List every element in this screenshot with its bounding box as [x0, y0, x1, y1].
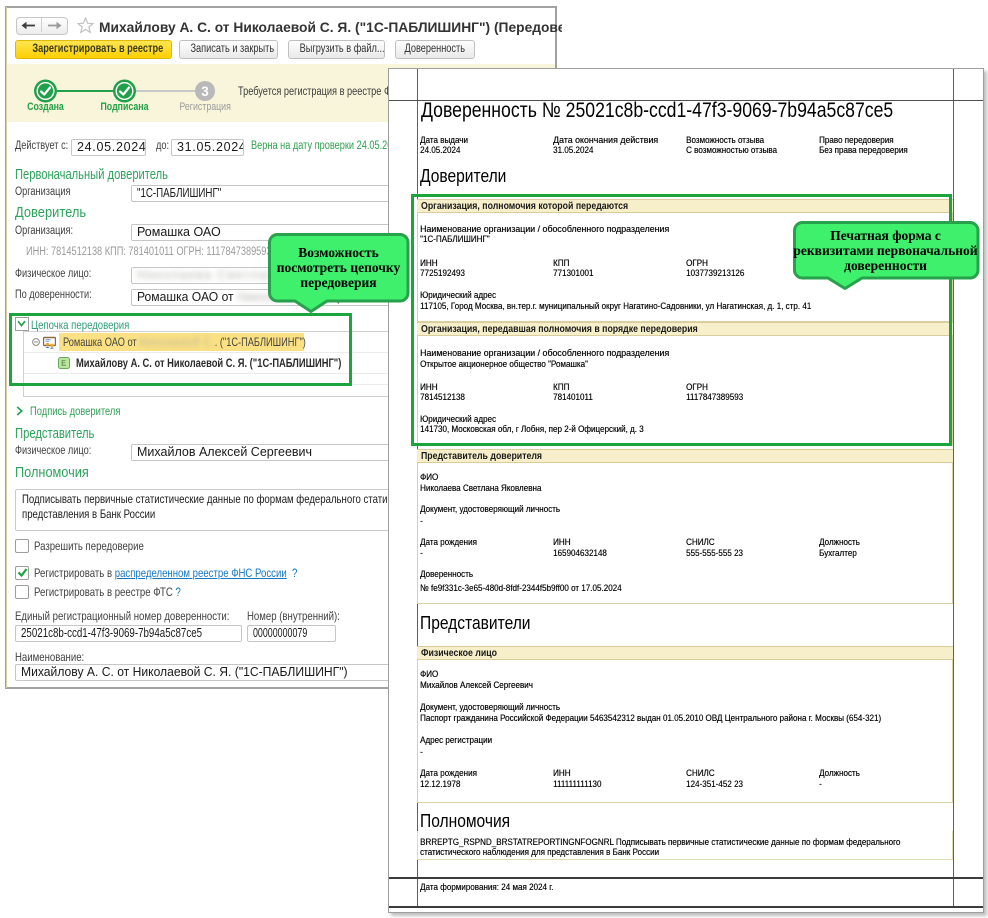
svg-text:3: 3 [201, 84, 209, 99]
